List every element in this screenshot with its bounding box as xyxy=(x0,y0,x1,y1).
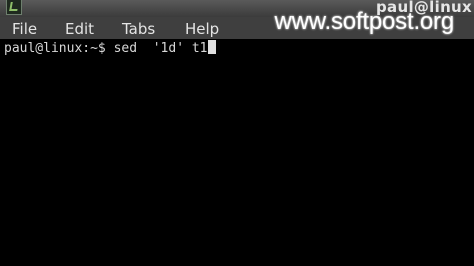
command-line: paul@linux:~$ sed '1d' t1 xyxy=(4,40,216,57)
menu-file[interactable]: File xyxy=(12,20,37,38)
terminal-area[interactable]: paul@linux:~$ sed '1d' t1 xyxy=(0,39,474,266)
shell-prompt: paul@linux:~$ xyxy=(4,41,114,56)
watermark-text: www.softpost.org xyxy=(274,8,454,35)
terminal-app-icon[interactable] xyxy=(6,0,22,15)
menu-tabs[interactable]: Tabs xyxy=(122,20,155,38)
text-cursor xyxy=(207,40,216,54)
menu-edit[interactable]: Edit xyxy=(65,20,94,38)
typed-command: sed '1d' t1 xyxy=(113,41,208,56)
menu-help[interactable]: Help xyxy=(185,20,219,38)
